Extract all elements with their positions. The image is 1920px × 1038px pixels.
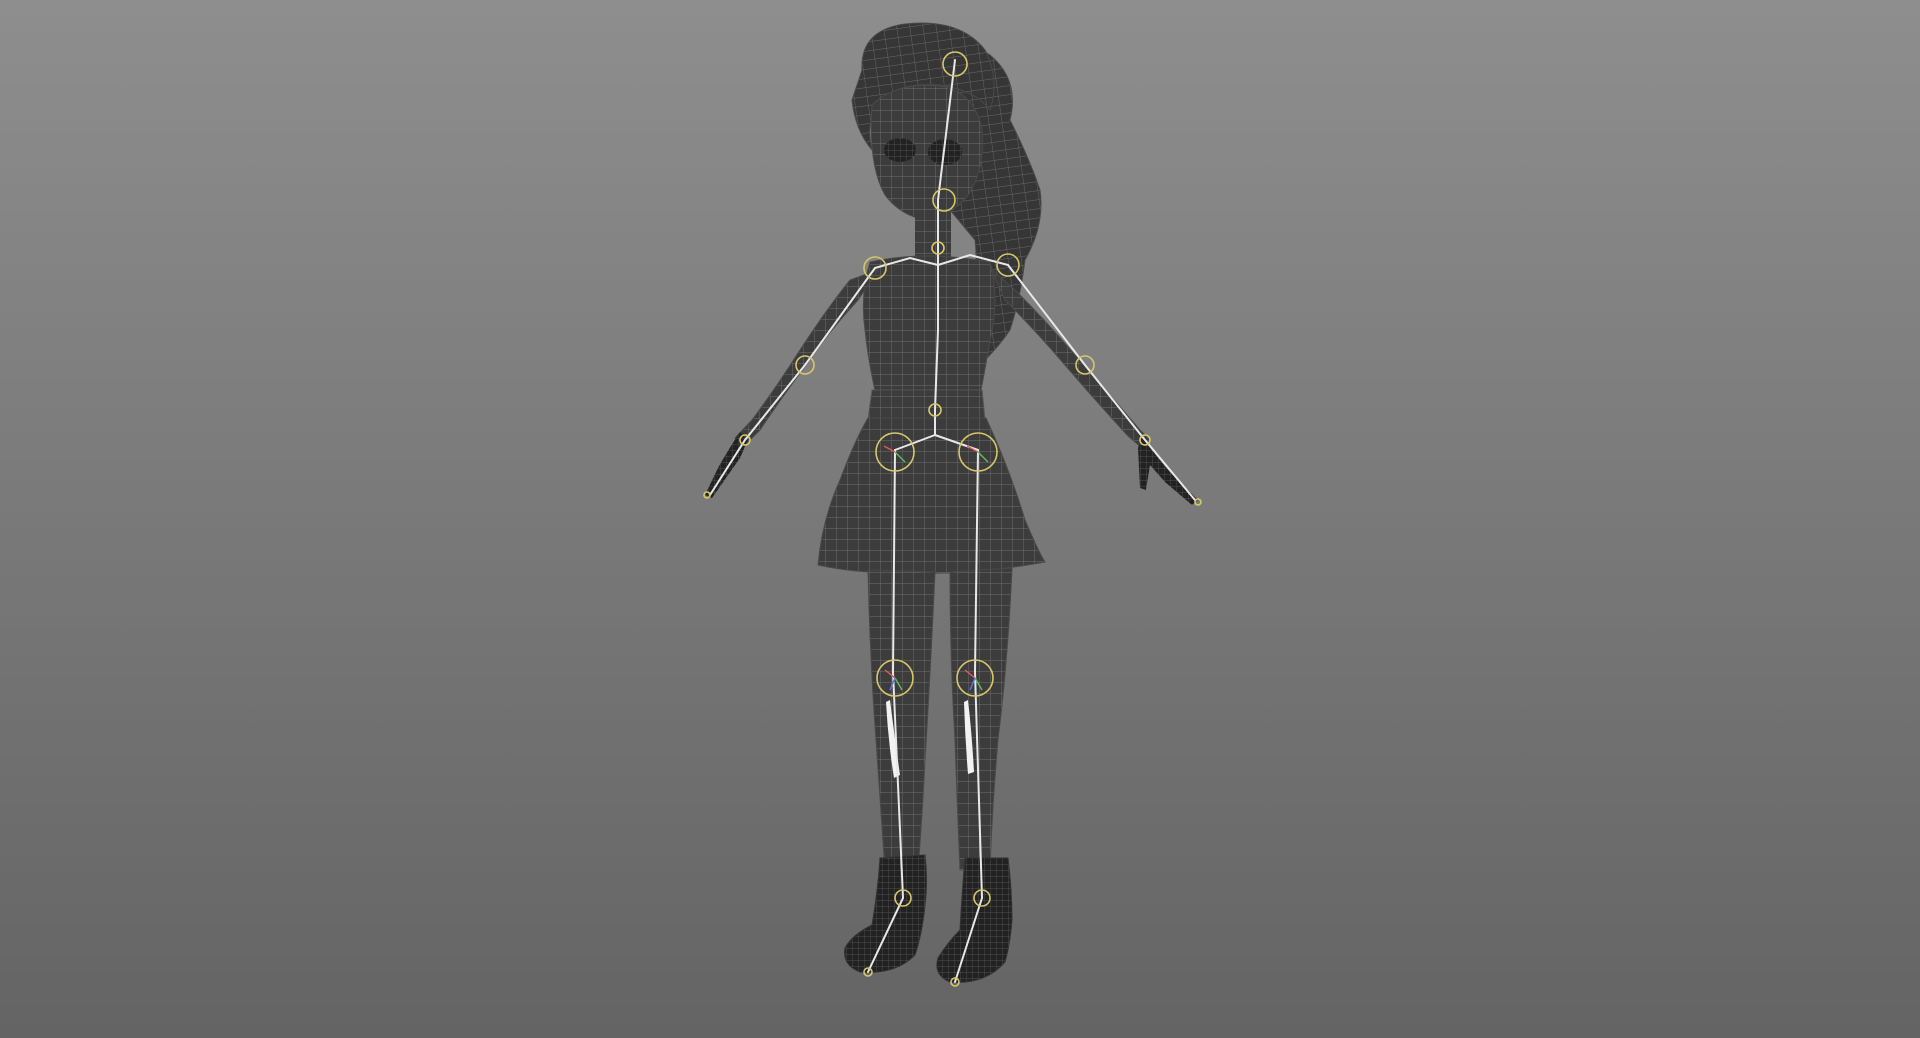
torso-mesh[interactable] bbox=[862, 255, 996, 396]
skirt-mesh[interactable] bbox=[817, 417, 1046, 575]
right-fingertip-joint[interactable] bbox=[1194, 498, 1202, 506]
left-boot-mesh[interactable] bbox=[844, 854, 927, 973]
belt-mesh[interactable] bbox=[867, 389, 986, 421]
viewport-scene[interactable] bbox=[0, 0, 1920, 1038]
neck-mesh[interactable] bbox=[915, 212, 951, 260]
left-hand-mesh[interactable] bbox=[705, 432, 748, 498]
right-leg-mesh[interactable] bbox=[949, 567, 1013, 871]
left-arm-mesh[interactable] bbox=[734, 269, 880, 446]
left-eye-mesh bbox=[884, 138, 916, 162]
character-mesh[interactable] bbox=[705, 22, 1198, 983]
right-arm-mesh[interactable] bbox=[989, 267, 1151, 449]
right-hand-mesh[interactable] bbox=[1138, 436, 1198, 505]
right-arm-bone[interactable] bbox=[1007, 264, 1196, 501]
left-leg-mesh[interactable] bbox=[867, 569, 936, 871]
3d-viewport[interactable] bbox=[0, 0, 1920, 1038]
